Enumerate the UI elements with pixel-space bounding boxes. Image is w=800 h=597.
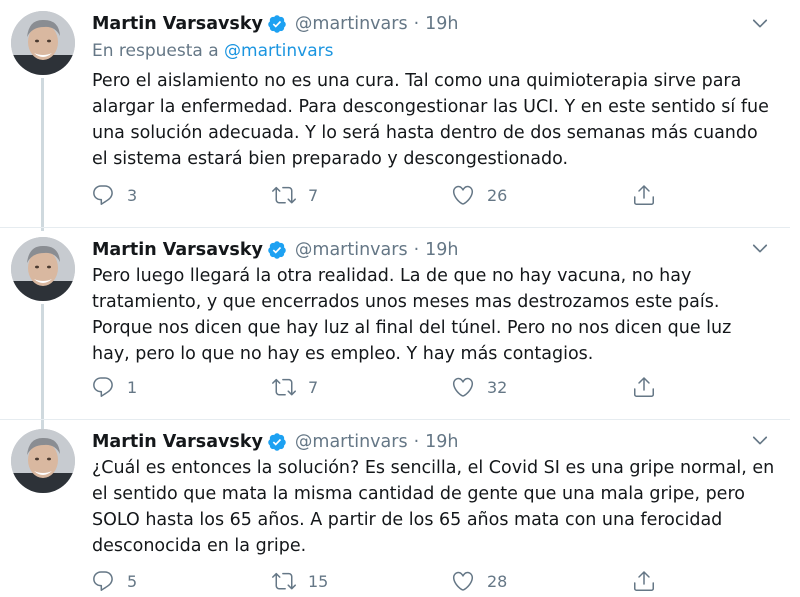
like-count: 28 xyxy=(487,571,508,591)
retweet-button[interactable]: 7 xyxy=(272,372,318,402)
author-handle[interactable]: @martinvars xyxy=(295,237,408,263)
heart-icon xyxy=(452,185,474,205)
tweet-text-line: una solución adecuada. Y lo será hasta d… xyxy=(92,123,758,143)
like-button[interactable]: 32 xyxy=(451,372,507,402)
tweet-text-line: Porque nos dicen que hay luz al final de… xyxy=(92,318,732,338)
avatar[interactable] xyxy=(11,429,75,493)
author-handle[interactable]: @martinvars xyxy=(295,11,408,37)
retweet-count: 15 xyxy=(308,571,329,591)
tweet-text-line: Pero el aislamiento no es una cura. Tal … xyxy=(92,71,742,91)
author-name[interactable]: Martin Varsavsky xyxy=(92,11,263,37)
retweet-button[interactable]: 7 xyxy=(272,180,318,210)
verified-badge-icon xyxy=(267,432,287,452)
reply-context: En respuesta a @martinvars xyxy=(92,39,334,63)
share-upload-icon xyxy=(634,185,654,205)
reply-bubble-icon xyxy=(93,377,113,397)
tweet-header: Martin Varsavsky @martinvars · 19h xyxy=(92,429,459,455)
tweet-text: Pero el aislamiento no es una cura. Tal … xyxy=(92,68,772,172)
like-count: 32 xyxy=(487,377,508,397)
tweet[interactable]: Martin Varsavsky @martinvars · 19h ¿Cuál e… xyxy=(0,420,790,597)
heart-icon xyxy=(452,377,474,397)
tweet-text-line: ¿Cuál es entonces la solución? Es sencil… xyxy=(92,458,775,478)
tweet-header: Martin Varsavsky @martinvars · 19h xyxy=(92,237,459,263)
reply-prefix: En respuesta a xyxy=(92,41,225,61)
chevron-down-icon[interactable] xyxy=(750,238,770,258)
separator-dot: · xyxy=(413,14,420,34)
profile-photo-icon xyxy=(11,429,75,493)
tweet-text: Pero luego llegará la otra realidad. La … xyxy=(92,263,772,367)
share-button[interactable] xyxy=(632,566,656,596)
author-handle[interactable]: @martinvars xyxy=(295,429,408,455)
tweet-text-line: el sistema estará bien preparado y desco… xyxy=(92,149,569,169)
timestamp[interactable]: 19h xyxy=(425,237,458,263)
reply-count: 1 xyxy=(127,377,138,397)
tweet-text-line: tratamiento, y que encerrados unos meses… xyxy=(92,292,720,312)
reply-button[interactable]: 3 xyxy=(91,180,137,210)
verified-badge-icon xyxy=(267,14,287,34)
reply-count: 3 xyxy=(127,185,138,205)
separator-dot: · xyxy=(413,240,420,260)
verified-badge-icon xyxy=(267,240,287,260)
heart-icon xyxy=(452,571,474,591)
timestamp[interactable]: 19h xyxy=(425,11,458,37)
author-name[interactable]: Martin Varsavsky xyxy=(92,237,263,263)
retweet-count: 7 xyxy=(308,377,319,397)
tweet-text-line: Pero luego llegará la otra realidad. La … xyxy=(92,266,692,286)
separator-dot: · xyxy=(413,432,420,452)
tweet-actions: 1 7 32 xyxy=(0,372,790,402)
retweet-count: 7 xyxy=(308,185,319,205)
tweet[interactable]: Martin Varsavsky @martinvars · 19h Pero lu… xyxy=(0,228,790,453)
tweet-text-line: desconocida en la gripe. xyxy=(92,536,307,556)
retweet-icon xyxy=(272,572,296,590)
chevron-down-icon[interactable] xyxy=(750,13,770,33)
share-upload-icon xyxy=(634,571,654,591)
reply-count: 5 xyxy=(127,571,138,591)
tweet-header: Martin Varsavsky @martinvars · 19h xyxy=(92,11,459,37)
timestamp[interactable]: 19h xyxy=(425,429,458,455)
reply-button[interactable]: 1 xyxy=(91,372,137,402)
chevron-down-icon[interactable] xyxy=(750,430,770,450)
tweet-text-line: SOLO hasta los 65 años. A partir de los … xyxy=(92,510,723,530)
share-button[interactable] xyxy=(632,180,656,210)
like-count: 26 xyxy=(487,185,508,205)
retweet-button[interactable]: 15 xyxy=(272,566,328,596)
tweet-text-line: hay, pero lo que no hay es empleo. Y hay… xyxy=(92,344,594,364)
reply-bubble-icon xyxy=(93,571,113,591)
profile-photo-icon xyxy=(11,11,75,75)
share-upload-icon xyxy=(634,377,654,397)
like-button[interactable]: 28 xyxy=(451,566,507,596)
retweet-icon xyxy=(272,378,296,396)
like-button[interactable]: 26 xyxy=(451,180,507,210)
share-button[interactable] xyxy=(632,372,656,402)
avatar[interactable] xyxy=(11,11,75,75)
tweet-actions: 5 15 28 xyxy=(0,566,790,596)
tweet[interactable]: Martin Varsavsky @martinvars · 19h En resp… xyxy=(0,0,790,231)
tweet-text-line: alargar la enfermedad. Para descongestio… xyxy=(92,97,769,117)
tweet-text: ¿Cuál es entonces la solución? Es sencil… xyxy=(92,455,775,559)
avatar[interactable] xyxy=(11,237,75,301)
profile-photo-icon xyxy=(11,237,75,301)
retweet-icon xyxy=(272,186,296,204)
reply-button[interactable]: 5 xyxy=(91,566,137,596)
tweet-text-line: el sentido que mata la misma cantidad de… xyxy=(92,484,745,504)
window-edge xyxy=(790,0,800,597)
author-name[interactable]: Martin Varsavsky xyxy=(92,429,263,455)
reply-mention-link[interactable]: @martinvars xyxy=(224,41,333,61)
reply-bubble-icon xyxy=(93,185,113,205)
tweet-thread: Martin Varsavsky @martinvars · 19h En resp… xyxy=(0,0,790,597)
tweet-actions: 3 7 26 xyxy=(0,180,790,210)
